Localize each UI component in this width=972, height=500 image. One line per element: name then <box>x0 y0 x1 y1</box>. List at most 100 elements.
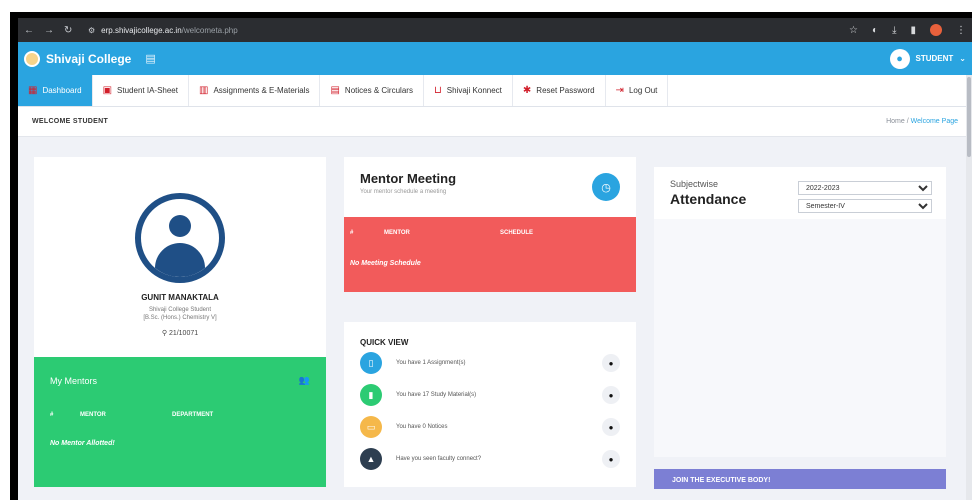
tab-label: Reset Password <box>536 86 595 95</box>
tab-label: Assignments & E-Materials <box>213 86 310 95</box>
bookmark-star-icon[interactable]: ☆ <box>849 25 858 36</box>
quick-view-text: Have you seen faculty connect? <box>396 456 482 462</box>
college-logo-icon <box>24 50 40 67</box>
attendance-card: Subjectwise Attendance 2022-2023 Semeste… <box>654 167 946 457</box>
tab-log-out[interactable]: ⇥ Log Out <box>606 75 669 106</box>
attendance-label-subjectwise: Subjectwise <box>670 179 719 189</box>
back-icon[interactable]: ← <box>24 25 34 36</box>
col-schedule: SCHEDULE <box>500 230 534 236</box>
breadcrumb-home[interactable]: Home <box>886 118 905 125</box>
profile-card: GUNIT MANAKTALA Shivaji College Student … <box>34 157 326 357</box>
menu-toggle-icon[interactable]: ▤ <box>145 52 155 65</box>
eye-icon[interactable]: ● <box>602 354 620 372</box>
executive-body-label: JOIN THE EXECUTIVE BODY! <box>672 477 771 484</box>
quick-view-card: QUICK VIEW ▯ You have 1 Assignment(s) ● … <box>344 322 636 487</box>
attendance-title: Attendance <box>670 191 747 207</box>
quick-view-title: QUICK VIEW <box>360 338 409 347</box>
tab-label: Notices & Circulars <box>344 86 413 95</box>
breadcrumb: Home / Welcome Page <box>886 118 958 125</box>
quick-view-text: You have 17 Study Material(s) <box>396 392 477 398</box>
forward-icon[interactable]: → <box>44 25 54 36</box>
main-nav: ▦ Dashboard ▣ Student IA-Sheet ▥ Assignment… <box>18 75 972 107</box>
eye-icon[interactable]: ● <box>602 450 620 468</box>
tab-label: Student IA-Sheet <box>117 86 178 95</box>
col-hash: # <box>50 412 54 418</box>
student-id: ⚲ 21/10071 <box>34 329 326 337</box>
avatar-body <box>155 243 205 277</box>
connect-icon: ⊔ <box>433 85 442 96</box>
url-site: erp.shivajicollege.ac.in <box>101 25 182 35</box>
more-menu-icon[interactable]: ⋮ <box>956 25 966 36</box>
avatar <box>135 193 225 283</box>
user-menu[interactable]: ● STUDENT ⌄ <box>889 48 966 69</box>
tab-reset-password[interactable]: ✱ Reset Password <box>513 75 606 106</box>
book-icon: ▥ <box>198 85 209 96</box>
notice-icon: ▭ <box>360 416 382 438</box>
semester-select[interactable]: Semester-IV <box>798 199 932 213</box>
browser-actions: ☆ ◐ ⤓ ▮ ⋮ <box>849 24 966 36</box>
student-id-value: 21/10071 <box>168 329 199 337</box>
tab-student-ia-sheet[interactable]: ▣ Student IA-Sheet <box>93 75 189 106</box>
student-course: [B.Sc. (Hons.) Chemistry V] <box>143 314 217 321</box>
meeting-table: # MENTOR SCHEDULE No Meeting Schedule <box>344 217 636 292</box>
study-material-icon: ▮ <box>360 384 382 406</box>
url-path: /welcometa.php <box>181 25 238 35</box>
mentors-table-header: # MENTOR DEPARTMENT <box>34 386 326 418</box>
site-info-icon[interactable]: ⚙ <box>88 26 95 35</box>
browser-nav: ← → ↻ <box>24 25 88 36</box>
list-item: ▮ You have 17 Study Material(s) ● <box>344 379 636 411</box>
col-department: DEPARTMENT <box>172 412 214 418</box>
mentors-card: My Mentors 👥 # MENTOR DEPARTMENT No Ment… <box>34 357 326 487</box>
page-title: WELCOME STUDENT <box>32 118 109 125</box>
logout-icon: ⇥ <box>615 85 624 96</box>
col-mentor: MENTOR <box>80 412 106 418</box>
col-hash: # <box>350 230 354 236</box>
page-scrollbar[interactable] <box>966 75 972 500</box>
assignment-icon: ▯ <box>360 352 382 374</box>
year-select[interactable]: 2022-2023 <box>798 181 932 195</box>
tab-label: Shivaji Konnect <box>446 86 502 95</box>
list-item: ▯ You have 1 Assignment(s) ● <box>344 347 636 379</box>
quick-view-text: You have 0 Notices <box>396 424 448 430</box>
app-header: Shivaji College ▤ ● STUDENT ⌄ <box>18 42 972 75</box>
gear-icon: ✱ <box>522 85 532 96</box>
sheet-icon: ▣ <box>102 85 113 96</box>
clock-icon[interactable]: ◷ <box>592 173 620 201</box>
meeting-table-header: # MENTOR SCHEDULE <box>344 217 636 236</box>
sidepanel-icon[interactable]: ▮ <box>910 25 916 36</box>
mentors-title: My Mentors <box>50 375 98 386</box>
tab-assignments[interactable]: ▥ Assignments & E-Materials <box>189 75 321 106</box>
tab-shivaji-konnect[interactable]: ⊔ Shivaji Konnect <box>424 75 513 106</box>
executive-body-banner[interactable]: JOIN THE EXECUTIVE BODY! <box>654 469 946 489</box>
list-item: ▲ Have you seen faculty connect? ● <box>344 443 636 475</box>
tab-label: Log Out <box>628 86 658 95</box>
tab-notices[interactable]: ▤ Notices & Circulars <box>320 75 424 106</box>
browser-toolbar: ← → ↻ ⚙ erp.shivajicollege.ac.in/welcome… <box>18 18 972 42</box>
tab-dashboard[interactable]: ▦ Dashboard <box>18 75 93 106</box>
faculty-icon: ▲ <box>360 448 382 470</box>
address-bar[interactable]: ⚙ erp.shivajicollege.ac.in/welcometa.php <box>88 26 849 35</box>
avatar-head <box>169 215 191 237</box>
mentor-meeting-card: Mentor Meeting Your mentor schedule a me… <box>344 157 636 292</box>
page-header: WELCOME STUDENT Home / Welcome Page <box>18 107 972 137</box>
student-college: Shivaji College Student <box>148 307 212 313</box>
reload-icon[interactable]: ↻ <box>64 25 72 36</box>
breadcrumb-current: Welcome Page <box>910 118 958 125</box>
user-avatar-icon: ● <box>889 48 910 69</box>
extensions-icon[interactable]: ◐ <box>872 25 878 36</box>
notice-icon: ▤ <box>330 85 340 96</box>
key-icon: ⚲ <box>161 329 167 337</box>
scrollbar-thumb[interactable] <box>967 77 971 157</box>
eye-icon[interactable]: ● <box>602 418 620 436</box>
list-item: ▭ You have 0 Notices ● <box>344 411 636 443</box>
chevron-down-icon: ⌄ <box>959 54 966 63</box>
eye-icon[interactable]: ● <box>602 386 620 404</box>
users-icon: 👥 <box>298 375 310 385</box>
profile-icon[interactable] <box>930 24 942 36</box>
student-name: GUNIT MANAKTALA <box>141 293 219 302</box>
download-icon[interactable]: ⤓ <box>892 25 896 36</box>
col-mentor: MENTOR <box>384 230 410 236</box>
tab-label: Dashboard <box>42 86 82 95</box>
brand-name[interactable]: Shivaji College <box>46 52 131 66</box>
mentors-empty: No Mentor Allotted! <box>50 440 115 447</box>
